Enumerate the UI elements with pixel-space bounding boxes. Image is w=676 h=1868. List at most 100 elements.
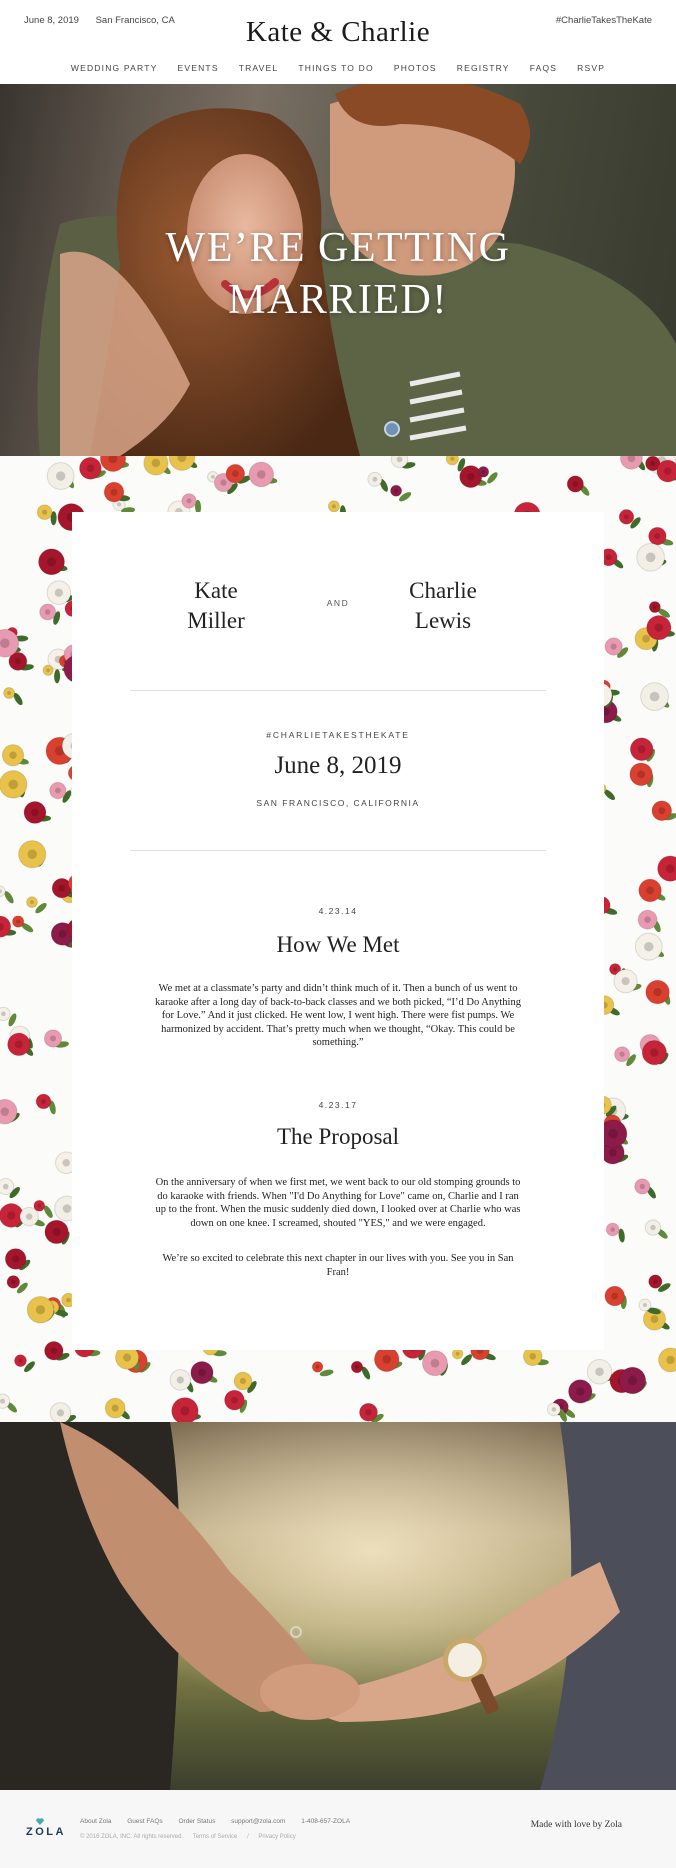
footer-links: About Zola Guest FAQs Order Status suppo… — [80, 1818, 364, 1825]
flower-icon — [49, 1402, 77, 1422]
flower-icon — [390, 456, 416, 469]
flower-icon — [644, 1219, 668, 1239]
footer-link-support-email[interactable]: support@zola.com — [231, 1818, 285, 1825]
flower-icon — [604, 637, 629, 658]
flower-icon — [634, 1178, 656, 1199]
nav-things-to-do[interactable]: THINGS TO DO — [298, 63, 373, 73]
flower-icon — [613, 969, 642, 994]
flower-icon — [604, 1285, 627, 1310]
flower-icon — [618, 1366, 647, 1395]
scroll-down-icon[interactable] — [384, 421, 400, 437]
flower-icon — [658, 1347, 676, 1373]
flower-icon — [636, 542, 667, 572]
flower-icon — [168, 456, 198, 471]
nav-wedding-party[interactable]: WEDDING PARTY — [71, 63, 158, 73]
flower-icon — [104, 1397, 130, 1420]
flower-icon — [0, 1006, 17, 1027]
flower-icon — [0, 1393, 17, 1413]
flower-icon — [646, 615, 675, 641]
flower-icon — [390, 484, 412, 502]
details-card: Kate Miller AND Charlie Lewis #CHARLIETA… — [72, 512, 604, 1350]
floral-section: Kate Miller AND Charlie Lewis #CHARLIETA… — [0, 456, 676, 1422]
event-location: SAN FRANCISCO, CALIFORNIA — [256, 798, 420, 808]
flower-icon — [1, 744, 29, 767]
flower-icon — [44, 1219, 70, 1245]
groom-first-name: Charlie — [409, 578, 477, 603]
flower-icon — [311, 1361, 334, 1377]
flower-icon — [39, 603, 61, 625]
flower-icon — [11, 915, 34, 933]
flower-icon — [143, 456, 171, 476]
flower-icon — [4, 1248, 31, 1271]
flower-icon — [14, 1354, 35, 1373]
flower-icon — [657, 855, 676, 882]
story-date: 4.23.17 — [318, 1100, 358, 1110]
groom-name: Charlie Lewis — [353, 576, 533, 636]
flower-icon — [638, 878, 666, 903]
story-closing: We’re so excited to celebrate this next … — [162, 1253, 514, 1278]
footer-link-phone[interactable]: 1-408-657-ZOLA — [301, 1818, 350, 1825]
flower-icon — [373, 1346, 403, 1373]
footer-link-guest-faqs[interactable]: Guest FAQs — [127, 1818, 162, 1825]
nav-faqs[interactable]: FAQS — [530, 63, 557, 73]
site-footer: ZOLA About Zola Guest FAQs Order Status … — [0, 1790, 676, 1868]
nav-photos[interactable]: PHOTOS — [394, 63, 437, 73]
flower-icon — [629, 762, 654, 788]
event-hashtag: #CHARLIETAKESTHEKATE — [266, 730, 410, 740]
flower-icon — [634, 932, 665, 961]
flower-icon — [36, 504, 57, 526]
flower-icon — [49, 781, 72, 803]
flower-icon — [620, 456, 646, 471]
flower-icon — [23, 801, 51, 824]
site-header: June 8, 2019 San Francisco, CA Kate & Ch… — [0, 0, 676, 84]
hero-line-2: MARRIED! — [228, 277, 448, 323]
groom-last-name: Lewis — [414, 608, 472, 633]
divider — [130, 690, 546, 691]
flower-icon — [350, 1360, 371, 1380]
heart-icon — [36, 1818, 44, 1825]
privacy-link[interactable]: Privacy Policy — [258, 1834, 295, 1840]
event-date: June 8, 2019 — [274, 752, 402, 779]
terms-link[interactable]: Terms of Service — [193, 1834, 238, 1840]
flower-icon — [645, 979, 671, 1005]
flower-icon — [46, 462, 75, 490]
zola-logo[interactable]: ZOLA — [26, 1826, 66, 1838]
hero-headline: WE’RE GETTING MARRIED! — [0, 222, 676, 326]
hands-photo-image — [0, 1422, 676, 1790]
copyright: © 2016 ZOLA, INC. All rights reserved. — [80, 1834, 184, 1840]
flower-icon — [629, 737, 655, 762]
nav-rsvp[interactable]: RSVP — [577, 63, 605, 73]
hero-line-1: WE’RE GETTING — [165, 225, 511, 271]
flower-icon — [656, 459, 676, 483]
flower-icon — [618, 509, 641, 529]
flower-icon — [248, 461, 278, 488]
flower-icon — [0, 1178, 20, 1199]
nav-registry[interactable]: REGISTRY — [457, 63, 510, 73]
flower-icon — [0, 770, 28, 799]
flower-icon — [651, 800, 676, 822]
header-hashtag: #CharlieTakesTheKate — [555, 15, 652, 26]
flower-icon — [103, 481, 131, 503]
flower-icon — [18, 840, 47, 869]
flower-icon — [26, 896, 47, 914]
flower-icon — [640, 682, 670, 711]
legal-separator: / — [247, 1834, 249, 1840]
flower-icon — [367, 471, 388, 492]
flower-icon — [648, 1274, 671, 1292]
flower-icon — [171, 1397, 201, 1422]
nav-travel[interactable]: TRAVEL — [239, 63, 279, 73]
divider — [130, 850, 546, 851]
flower-icon — [359, 1402, 384, 1422]
flower-icon — [35, 1093, 56, 1115]
flower-icon — [6, 1275, 28, 1294]
story-date: 4.23.14 — [318, 906, 358, 916]
flower-icon — [568, 1379, 596, 1404]
flower-icon — [641, 1039, 669, 1066]
made-with-love: Made with love by Zola — [530, 1820, 622, 1830]
story-body: We met at a classmate’s party and didn’t… — [155, 983, 521, 1048]
footer-link-order-status[interactable]: Order Status — [178, 1818, 215, 1825]
flower-icon — [190, 1360, 218, 1385]
nav-events[interactable]: EVENTS — [177, 63, 218, 73]
flower-icon — [99, 456, 130, 473]
footer-link-about[interactable]: About Zola — [80, 1818, 111, 1825]
